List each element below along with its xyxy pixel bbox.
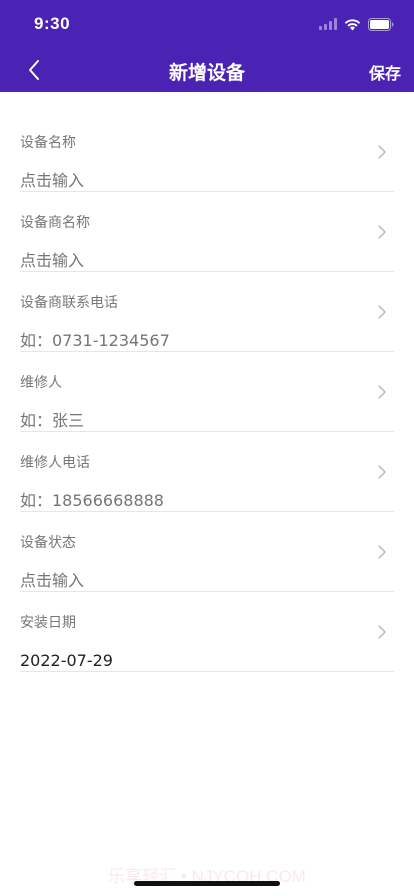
- field-label: 设备商联系电话: [20, 295, 118, 311]
- device-form: 设备名称 设备商名称 设备商联系电话 维修人: [0, 112, 414, 672]
- form-row-vendor-phone[interactable]: 设备商联系电话: [20, 272, 394, 352]
- form-row-repairer-phone[interactable]: 维修人电话: [20, 432, 394, 512]
- chevron-right-icon: [378, 545, 386, 559]
- install-date-value: 2022-07-29: [20, 651, 113, 670]
- status-bar: 9:30: [0, 0, 414, 47]
- battery-icon: [368, 17, 394, 31]
- screen: 9:30 新增设备 保存 设备名称 点击输入 设备商名称 点击输入 设备商联系电…: [0, 0, 414, 896]
- form-row-device-name[interactable]: 设备名称: [20, 112, 394, 192]
- field-label: 设备状态: [20, 535, 76, 551]
- field-label: 设备商名称: [20, 215, 90, 231]
- status-icons: [319, 14, 394, 34]
- chevron-right-icon: [378, 465, 386, 479]
- form-row-install-date[interactable]: 安装日期 2022-07-29: [20, 592, 394, 672]
- page-title: 新增设备: [168, 62, 245, 84]
- chevron-right-icon: [378, 145, 386, 159]
- vendor-phone-input[interactable]: [20, 331, 350, 350]
- form-row-repairer[interactable]: 维修人: [20, 352, 394, 432]
- vendor-name-input[interactable]: [20, 251, 350, 270]
- nav-bar: 新增设备 保存: [0, 47, 414, 92]
- form-row-device-status[interactable]: 设备状态: [20, 512, 394, 592]
- field-label: 维修人: [20, 375, 62, 391]
- form-row-vendor-name[interactable]: 设备商名称: [20, 192, 394, 272]
- field-label: 安装日期: [20, 615, 76, 631]
- app-header: 9:30 新增设备 保存: [0, 0, 414, 92]
- home-indicator[interactable]: [134, 881, 280, 886]
- chevron-right-icon: [378, 385, 386, 399]
- wifi-icon: [344, 18, 361, 31]
- device-status-input[interactable]: [20, 571, 350, 590]
- device-name-input[interactable]: [20, 171, 350, 190]
- chevron-right-icon: [378, 625, 386, 639]
- field-label: 设备名称: [20, 135, 76, 151]
- signal-icon: [319, 18, 337, 30]
- status-time: 9:30: [34, 14, 71, 33]
- save-button[interactable]: 保存: [369, 60, 401, 84]
- repairer-phone-input[interactable]: [20, 491, 350, 510]
- field-label: 维修人电话: [20, 455, 90, 471]
- chevron-right-icon: [378, 225, 386, 239]
- chevron-right-icon: [378, 305, 386, 319]
- repairer-input[interactable]: [20, 411, 350, 430]
